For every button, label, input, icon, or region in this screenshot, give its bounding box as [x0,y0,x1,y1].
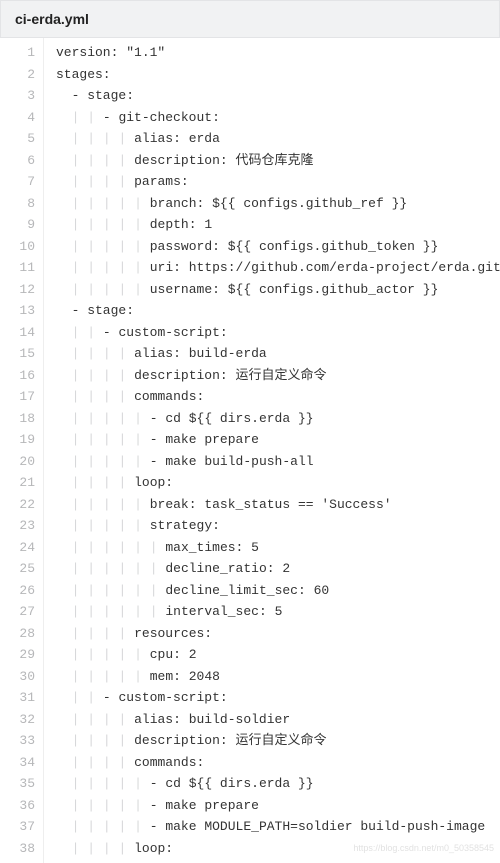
code-line: | | | | | break: task_status == 'Success… [56,494,500,516]
code-line: | | | | resources: [56,623,500,645]
code-line: | | | | description: 运行自定义命令 [56,365,500,387]
line-number: 32 [0,709,35,731]
line-number: 16 [0,365,35,387]
code-line: | | | | | branch: ${{ configs.github_ref… [56,193,500,215]
line-number: 29 [0,644,35,666]
code-lines: version: "1.1"stages: - stage: | | - git… [44,38,500,863]
code-line: | | | | alias: erda [56,128,500,150]
code-line: | | | | | | interval_sec: 5 [56,601,500,623]
code-line: | | | | | strategy: [56,515,500,537]
line-number: 35 [0,773,35,795]
line-number: 26 [0,580,35,602]
code-line: | | | | | | max_times: 5 [56,537,500,559]
line-number: 13 [0,300,35,322]
code-line: | | | | | mem: 2048 [56,666,500,688]
code-line: | | | | description: 代码仓库克隆 [56,150,500,172]
code-line: | | | | | - make build-push-all [56,451,500,473]
code-line: | | - custom-script: [56,322,500,344]
code-line: | | | | params: [56,171,500,193]
code-line: | | | | | | decline_limit_sec: 60 [56,580,500,602]
line-number: 7 [0,171,35,193]
line-number: 6 [0,150,35,172]
line-number: 5 [0,128,35,150]
code-line: | | | | | password: ${{ configs.github_t… [56,236,500,258]
line-number: 23 [0,515,35,537]
code-line: | | | | | - make prepare [56,429,500,451]
code-line: | | | | | - make MODULE_PATH=soldier bui… [56,816,500,838]
code-line: | | | | loop: [56,472,500,494]
code-line: | | | | | | decline_ratio: 2 [56,558,500,580]
code-line: | | | | alias: build-erda [56,343,500,365]
line-number: 20 [0,451,35,473]
line-number: 34 [0,752,35,774]
code-line: | | | | | - cd ${{ dirs.erda }} [56,408,500,430]
line-number: 18 [0,408,35,430]
line-number: 12 [0,279,35,301]
line-number: 38 [0,838,35,860]
line-number: 28 [0,623,35,645]
line-number: 14 [0,322,35,344]
code-line: | | | | | - make prepare [56,795,500,817]
code-line: stages: [56,64,500,86]
line-number: 10 [0,236,35,258]
code-line: version: "1.1" [56,42,500,64]
code-line: - stage: [56,300,500,322]
line-number: 25 [0,558,35,580]
code-line: | | | | | username: ${{ configs.github_a… [56,279,500,301]
line-number: 27 [0,601,35,623]
code-line: | | | | commands: [56,386,500,408]
line-number-gutter: 1234567891011121314151617181920212223242… [0,38,44,863]
code-line: - stage: [56,85,500,107]
code-line: | | | | | depth: 1 [56,214,500,236]
code-line: | | | | | - cd ${{ dirs.erda }} [56,773,500,795]
line-number: 8 [0,193,35,215]
line-number: 15 [0,343,35,365]
file-header: ci-erda.yml [0,0,500,38]
code-line: | | | | | cpu: 2 [56,644,500,666]
line-number: 2 [0,64,35,86]
line-number: 33 [0,730,35,752]
line-number: 11 [0,257,35,279]
line-number: 30 [0,666,35,688]
line-number: 9 [0,214,35,236]
code-line: | | - custom-script: [56,687,500,709]
code-line: | | - git-checkout: [56,107,500,129]
code-line: | | | | alias: build-soldier [56,709,500,731]
watermark-text: https://blog.csdn.net/m0_50358545 [353,838,494,860]
filename-label: ci-erda.yml [15,11,89,27]
line-number: 17 [0,386,35,408]
line-number: 4 [0,107,35,129]
line-number: 21 [0,472,35,494]
code-line: | | | | | uri: https://github.com/erda-p… [56,257,500,279]
line-number: 24 [0,537,35,559]
line-number: 31 [0,687,35,709]
code-area: 1234567891011121314151617181920212223242… [0,38,500,863]
code-line: | | | | description: 运行自定义命令 [56,730,500,752]
line-number: 36 [0,795,35,817]
line-number: 1 [0,42,35,64]
line-number: 22 [0,494,35,516]
code-line: | | | | commands: [56,752,500,774]
line-number: 3 [0,85,35,107]
line-number: 37 [0,816,35,838]
line-number: 19 [0,429,35,451]
